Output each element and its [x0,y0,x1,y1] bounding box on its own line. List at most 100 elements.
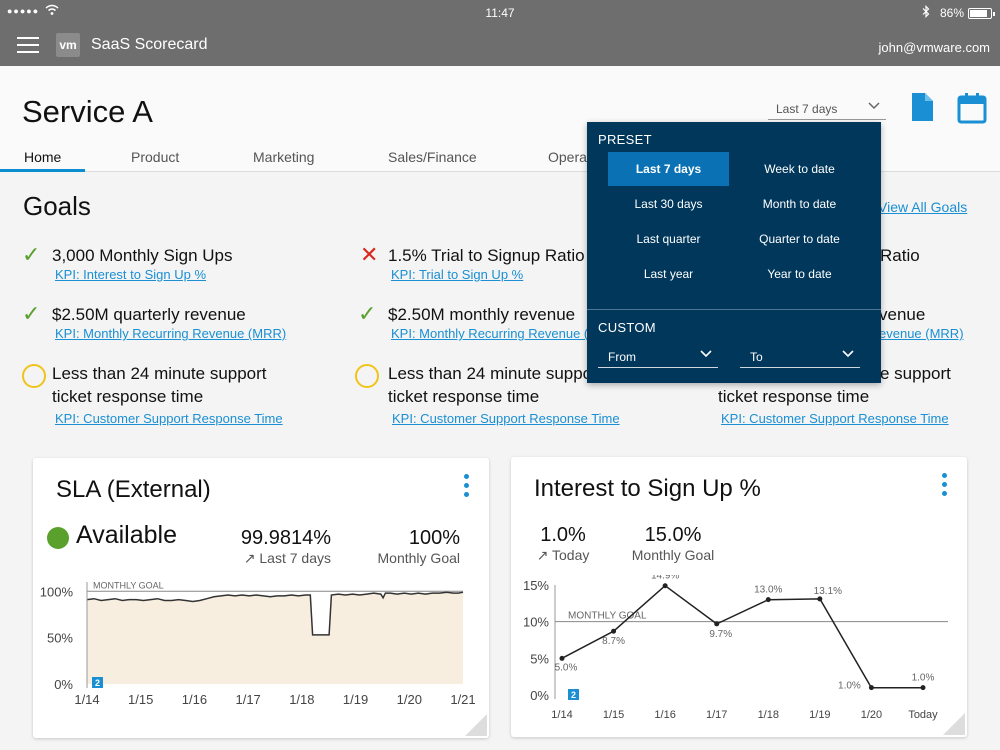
interest-data-point [765,597,771,603]
goal-text-line2: ticket response time [52,387,204,406]
preset-heading: PRESET [598,132,652,147]
sla-y-tick-label: 100% [40,584,74,599]
current-metric: 99.9814% ↗ Last 7 days [228,527,331,567]
kpi-link[interactable]: KPI: Customer Support Response Time [392,411,620,426]
preset-last-year[interactable]: Last year [608,257,729,291]
interest-x-tick-label: Today [908,709,938,721]
dropdown-divider [587,309,881,310]
cross-icon: ✕ [360,242,379,267]
preset-last-quarter[interactable]: Last quarter [608,222,729,256]
date-range-value: Last 7 days [776,102,838,116]
kpi-link[interactable]: KPI: Monthly Recurring Revenue (MRR) [55,326,286,341]
expand-corner-icon[interactable] [465,714,487,736]
current-caption: ↗ Today [536,547,590,563]
interest-data-label: 13.0% [754,585,782,596]
interest-y-tick-label: 5% [530,651,549,666]
view-all-goals-link[interactable]: View All Goals [878,199,967,215]
sla-y-tick-label: 0% [54,677,73,692]
kpi-link[interactable]: KPI: Trial to Sign Up % [391,267,523,282]
goal-text: venue [879,305,926,324]
interest-x-tick-label: 1/14 [551,709,572,721]
date-range-select[interactable]: Last 7 days [768,94,886,120]
from-date-select[interactable]: From [598,344,718,368]
to-date-select[interactable]: To [740,344,860,368]
sla-annotation-badge-text: 2 [95,678,100,688]
status-dot-icon [47,527,69,549]
kpi-link[interactable]: evenue (MRR) [879,326,964,341]
sla-x-tick-label: 1/14 [74,692,99,707]
current-caption: ↗ Last 7 days [243,550,331,566]
sla-card: SLA (External) Available 99.9814% ↗ Last… [33,458,489,738]
expand-corner-icon[interactable] [943,713,965,735]
interest-x-tick-label: 1/15 [603,709,624,721]
interest-y-tick-label: 10% [523,615,549,630]
interest-x-tick-label: 1/17 [706,709,727,721]
vmware-logo: vm [56,33,80,57]
user-email[interactable]: john@vmware.com [879,40,990,55]
calendar-icon[interactable] [957,92,987,129]
tab-home[interactable]: Home [24,149,61,165]
goal-text: 1.5% Trial to Signup Ratio [388,246,585,265]
availability-status: Available [76,521,178,549]
document-icon[interactable] [910,92,934,127]
tab-sales-finance[interactable]: Sales/Finance [388,149,477,165]
bluetooth-icon [922,5,930,21]
check-icon: ✓ [358,301,377,326]
interest-data-label: 1.0% [912,673,935,684]
clock: 11:47 [485,6,515,20]
goal-item: Less than 24 minute support ticket respo… [22,362,342,428]
tab-marketing[interactable]: Marketing [253,149,314,165]
goal-value: 100% [408,527,460,549]
hamburger-menu-icon[interactable] [17,35,39,55]
interest-y-tick-label: 15% [523,578,549,593]
goal-text-line2: ticket response time [718,387,870,406]
date-range-dropdown: PRESET Last 7 days Week to date Last 30 … [587,122,881,383]
preset-last-30-days[interactable]: Last 30 days [608,187,729,221]
goal-text: Less than 24 minute support [52,364,267,383]
goal-text: $2.50M monthly revenue [388,305,576,324]
interest-data-label: 14.9% [651,575,679,582]
goal-text: Less than 24 minute support [388,364,603,383]
interest-x-tick-label: 1/20 [861,709,882,721]
preset-last-7-days[interactable]: Last 7 days [608,152,729,186]
interest-data-point [920,685,926,691]
interest-data-point [559,655,565,661]
current-metric: 1.0% ↗ Today [523,524,603,564]
preset-quarter-to-date[interactable]: Quarter to date [739,222,860,256]
interest-data-point [611,628,617,634]
card-title: Interest to Sign Up % [534,475,761,502]
battery-icon [968,8,995,19]
from-label: From [608,350,636,364]
sla-goal-label: MONTHLY GOAL [93,580,164,590]
preset-year-to-date[interactable]: Year to date [739,257,860,291]
tab-operations[interactable]: Opera [548,149,587,165]
kpi-link[interactable]: KPI: Customer Support Response Time [721,411,949,426]
current-value: 1.0% [540,524,586,546]
pending-circle-icon [22,364,46,388]
goal-value: 15.0% [644,524,702,546]
battery-percent: 86% [940,6,965,20]
interest-data-label: 8.7% [602,636,625,647]
chevron-down-icon [842,347,854,361]
check-icon: ✓ [22,301,41,326]
interest-data-point [868,685,874,691]
interest-data-label: 5.0% [555,662,578,673]
sla-x-tick-label: 1/19 [343,692,368,707]
interest-annotation-badge-text: 2 [571,690,576,700]
more-options-icon[interactable] [464,474,470,501]
interest-y-tick-label: 0% [530,688,549,703]
card-title: SLA (External) [56,476,211,503]
app-title: SaaS Scorecard [91,36,208,53]
sla-x-tick-label: 1/15 [128,692,153,707]
status-bar: ●●●●● 11:47 86% [0,0,1000,26]
tab-product[interactable]: Product [131,149,179,165]
goal-text: e support [880,364,951,383]
interest-x-tick-label: 1/18 [758,709,779,721]
preset-week-to-date[interactable]: Week to date [739,152,860,186]
more-options-icon[interactable] [942,473,948,500]
kpi-link[interactable]: KPI: Interest to Sign Up % [55,267,206,282]
active-tab-indicator [0,169,85,172]
goal-caption: Monthly Goal [377,550,460,566]
kpi-link[interactable]: KPI: Customer Support Response Time [55,411,283,426]
preset-month-to-date[interactable]: Month to date [739,187,860,221]
